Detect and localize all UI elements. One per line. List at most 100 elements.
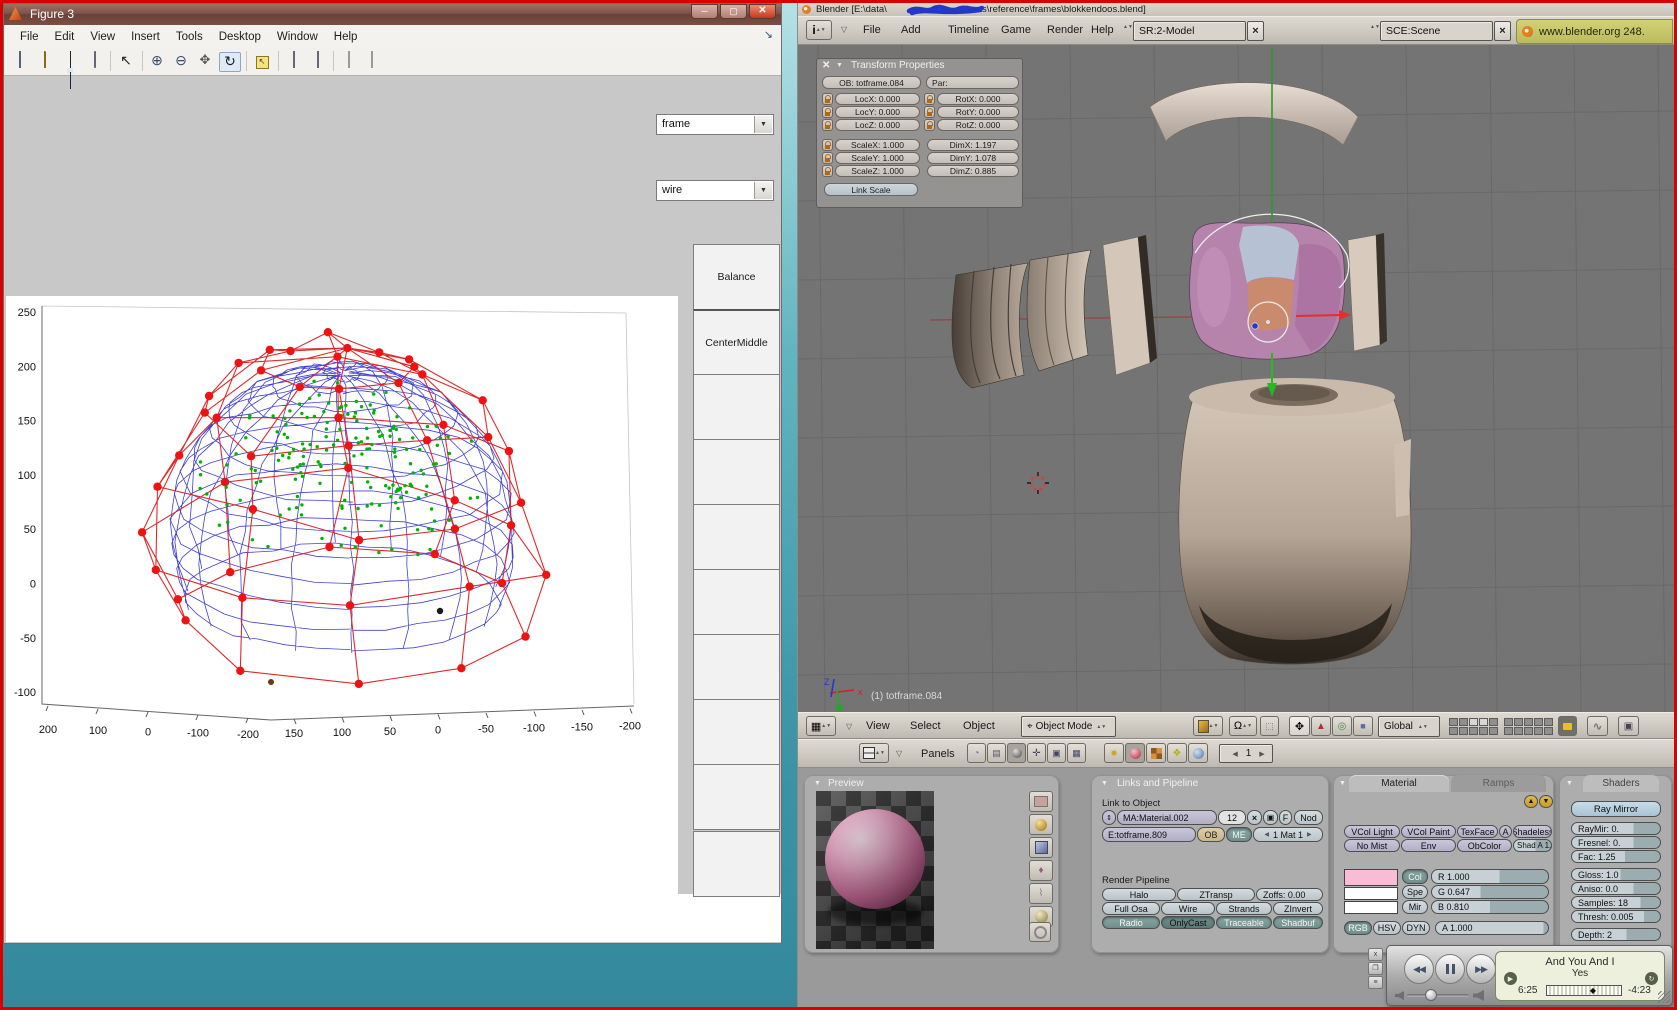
object-context-icon[interactable]: ✛ bbox=[1027, 743, 1046, 763]
dock-arrow-icon[interactable]: ↘ bbox=[764, 28, 773, 41]
matlab-titlebar[interactable]: Figure 3 ─ ▢ ✕ bbox=[4, 4, 781, 25]
lock-icon[interactable] bbox=[924, 106, 935, 118]
texture-subcontext-icon[interactable] bbox=[1146, 743, 1166, 763]
obcolor-toggle[interactable]: ObColor bbox=[1457, 839, 1512, 852]
mir-button[interactable]: Mir bbox=[1402, 900, 1428, 914]
dimx-field[interactable]: DimX: 1.197 bbox=[927, 139, 1019, 151]
gloss-slider[interactable]: Gloss: 1.0 bbox=[1571, 868, 1661, 881]
panel-collapse-icon[interactable]: ▼ bbox=[1566, 780, 1573, 787]
player-close-icon[interactable]: x bbox=[1368, 948, 1383, 961]
scene-close-button[interactable]: × bbox=[1494, 21, 1511, 41]
parent-field[interactable]: Par: bbox=[926, 76, 1019, 89]
list-cell[interactable] bbox=[693, 569, 780, 635]
vcol-light-toggle[interactable]: VCol Light bbox=[1344, 825, 1400, 838]
dimz-field[interactable]: DimZ: 0.885 bbox=[927, 165, 1019, 177]
halo-toggle[interactable]: Halo bbox=[1102, 888, 1176, 901]
menu-timeline[interactable]: Timeline bbox=[948, 24, 989, 36]
shading-context-icon[interactable] bbox=[1007, 743, 1026, 763]
preview-flat-icon[interactable] bbox=[1029, 791, 1053, 812]
lock-icon[interactable] bbox=[822, 152, 833, 164]
menu-desktop[interactable]: Desktop bbox=[219, 31, 261, 43]
pause-button[interactable] bbox=[1435, 954, 1465, 984]
collapse-menu-icon[interactable]: ▽ bbox=[841, 25, 847, 34]
list-cell[interactable] bbox=[693, 634, 780, 700]
material-slot-stepper[interactable]: ◀1 Mat 1▶ bbox=[1253, 827, 1323, 842]
ob-name-field[interactable]: OB: totframe.084 bbox=[822, 76, 921, 89]
g-slider[interactable]: G 0.647 bbox=[1431, 885, 1549, 899]
resize-grip[interactable] bbox=[1658, 991, 1670, 1003]
editor-type-icon[interactable]: ▦▲▼ bbox=[806, 716, 836, 736]
menu-add[interactable]: Add bbox=[901, 24, 921, 36]
menu-edit[interactable]: Edit bbox=[55, 31, 75, 43]
render-view-icon[interactable]: ▣ bbox=[1618, 716, 1639, 736]
close-button[interactable]: ✕ bbox=[749, 4, 776, 19]
move-panel-down-icon[interactable]: ▼ bbox=[1539, 795, 1553, 808]
shadeless-toggle[interactable]: Shadeless bbox=[1513, 825, 1552, 838]
script-context-icon[interactable]: ▤ bbox=[987, 743, 1006, 763]
specular-color-swatch[interactable] bbox=[1344, 887, 1398, 900]
aniso-slider[interactable]: Aniso: 0.0 bbox=[1571, 882, 1661, 895]
layer-toggle[interactable] bbox=[1489, 718, 1498, 726]
legend-icon[interactable] bbox=[308, 52, 328, 70]
material-name-field[interactable]: MA:Material.002 bbox=[1117, 810, 1217, 825]
panel-collapse-icon[interactable]: ▼ bbox=[836, 62, 843, 69]
preview-sphere-icon[interactable] bbox=[1029, 814, 1053, 835]
magnet-icon[interactable]: ∿ bbox=[1587, 716, 1608, 736]
mirror-color-swatch[interactable] bbox=[1344, 901, 1398, 914]
tab-ramps[interactable]: Ramps bbox=[1451, 775, 1546, 792]
material-browse-button[interactable]: ⇕ bbox=[1102, 810, 1116, 825]
snap-icon[interactable]: ⬚ bbox=[1260, 716, 1279, 736]
scale-manipulator-icon[interactable]: ■ bbox=[1353, 716, 1373, 736]
move-panel-up-icon[interactable]: ▲ bbox=[1524, 795, 1538, 808]
locz-field[interactable]: LocZ: 0.000 bbox=[835, 119, 920, 131]
scalex-field[interactable]: ScaleX: 1.000 bbox=[835, 139, 920, 151]
panels-menu[interactable]: Panels bbox=[921, 748, 955, 760]
fresnel-slider[interactable]: Fresnel: 0. bbox=[1571, 836, 1661, 849]
menu-object[interactable]: Object bbox=[963, 720, 995, 732]
env-toggle[interactable]: Env bbox=[1401, 839, 1456, 852]
tab-material[interactable]: Material bbox=[1349, 775, 1449, 792]
lock-icon[interactable] bbox=[822, 165, 833, 177]
screen-selector[interactable]: SR:2-Model bbox=[1133, 21, 1246, 41]
roty-field[interactable]: RotY: 0.000 bbox=[937, 106, 1019, 118]
layer-toggle[interactable] bbox=[1459, 718, 1468, 726]
layer-toggle[interactable] bbox=[1524, 718, 1533, 726]
scene-context-icon[interactable]: ▦ bbox=[1067, 743, 1086, 763]
zinvert-toggle[interactable]: ZInvert bbox=[1273, 902, 1323, 915]
traceable-toggle[interactable]: Traceable bbox=[1216, 916, 1272, 929]
lock-icon[interactable] bbox=[924, 93, 935, 105]
panel-collapse-icon[interactable]: ▼ bbox=[1339, 780, 1346, 787]
frame-number-field[interactable]: ◀1▶ bbox=[1219, 744, 1273, 763]
layer-toggle[interactable] bbox=[1544, 727, 1553, 735]
logic-context-icon[interactable]: ◔ bbox=[967, 743, 986, 763]
scaley-field[interactable]: ScaleY: 1.000 bbox=[835, 152, 920, 164]
onlycast-toggle[interactable]: OnlyCast bbox=[1161, 916, 1215, 929]
lock-icon[interactable] bbox=[822, 119, 833, 131]
preview-hair-icon[interactable]: ⌇ bbox=[1029, 883, 1053, 904]
dimy-field[interactable]: DimY: 1.078 bbox=[927, 152, 1019, 164]
depth-slider[interactable]: Depth: 2 bbox=[1571, 928, 1661, 941]
locy-field[interactable]: LocY: 0.000 bbox=[835, 106, 920, 118]
mode-dropdown[interactable]: ⌖ Object Mode ▲▼ bbox=[1021, 716, 1116, 737]
vcol-paint-toggle[interactable]: VCol Paint bbox=[1401, 825, 1456, 838]
nodes-button[interactable]: Nod bbox=[1294, 810, 1323, 825]
blender-titlebar[interactable]: Blender [E:\data\atients\reference\frame… bbox=[798, 3, 1674, 16]
collapse-menu-icon[interactable]: ▽ bbox=[896, 749, 902, 758]
layer-toggle[interactable] bbox=[1449, 727, 1458, 735]
menu-view[interactable]: View bbox=[866, 720, 890, 732]
orientation-dropdown[interactable]: Global▲▼ bbox=[1378, 716, 1440, 737]
menu-file[interactable]: File bbox=[20, 31, 39, 43]
radio-toggle[interactable]: Radio bbox=[1102, 916, 1160, 929]
preview-monkey-icon[interactable]: ♦ bbox=[1029, 860, 1053, 881]
diffuse-color-swatch[interactable] bbox=[1344, 869, 1398, 886]
layer-toggle[interactable] bbox=[1469, 718, 1478, 726]
ray-mirror-toggle[interactable]: Ray Mirror bbox=[1571, 801, 1661, 817]
layer-toggle[interactable] bbox=[1479, 727, 1488, 735]
shadbuf-toggle[interactable]: Shadbuf bbox=[1273, 916, 1323, 929]
fake-user-button[interactable]: F bbox=[1279, 810, 1292, 825]
menu-help[interactable]: Help bbox=[334, 31, 358, 43]
world-subcontext-icon[interactable] bbox=[1188, 743, 1208, 763]
raymir-slider[interactable]: RayMir: 0. bbox=[1571, 822, 1661, 835]
rotx-field[interactable]: RotX: 0.000 bbox=[937, 93, 1019, 105]
ob-toggle[interactable]: OB bbox=[1197, 827, 1225, 842]
